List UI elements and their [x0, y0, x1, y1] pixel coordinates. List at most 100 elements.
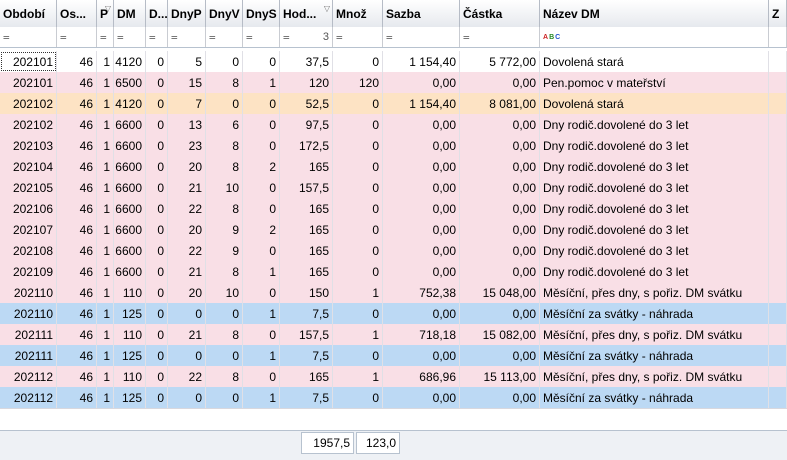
- cell-p[interactable]: 1: [97, 135, 114, 156]
- cell-sazba[interactable]: 0,00: [383, 387, 460, 408]
- column-header-castka[interactable]: Částka: [460, 0, 540, 27]
- column-header-dnyv[interactable]: DnyV: [206, 0, 243, 27]
- cell-sazba[interactable]: 1 154,40: [383, 93, 460, 114]
- cell-mnoz[interactable]: 0: [333, 177, 383, 198]
- cell-nazev[interactable]: Měsíční, přes dny, s pořiz. DM svátku: [540, 282, 769, 303]
- cell-mnoz[interactable]: 0: [333, 135, 383, 156]
- cell-z[interactable]: [769, 51, 787, 72]
- cell-hod[interactable]: 157,5: [280, 177, 333, 198]
- cell-hod[interactable]: 97,5: [280, 114, 333, 135]
- filter-cell-z[interactable]: [769, 27, 787, 47]
- cell-castka[interactable]: 0,00: [460, 240, 540, 261]
- cell-p[interactable]: 1: [97, 114, 114, 135]
- cell-obdobi[interactable]: 202111: [0, 324, 57, 345]
- cell-dnys[interactable]: 0: [243, 240, 280, 261]
- table-row[interactable]: 202105 46 1 6600 0 21 10 0 157,5 0 0,00 0,00 Dny rod…: [0, 177, 787, 199]
- cell-dnyv[interactable]: 10: [206, 282, 243, 303]
- filter-operator[interactable]: =: [463, 31, 470, 44]
- cell-dnys[interactable]: 2: [243, 219, 280, 240]
- cell-hod[interactable]: 165: [280, 261, 333, 282]
- cell-p[interactable]: 1: [97, 72, 114, 93]
- cell-nazev[interactable]: Měsíční za svátky - náhrada: [540, 387, 769, 408]
- filter-cell-hod[interactable]: = 3: [280, 27, 333, 47]
- filter-operator[interactable]: =: [60, 31, 67, 44]
- cell-obdobi[interactable]: 202103: [0, 135, 57, 156]
- cell-sazba[interactable]: 0,00: [383, 198, 460, 219]
- cell-nazev[interactable]: Dny rodič.dovolené do 3 let: [540, 135, 769, 156]
- cell-nazev[interactable]: Dny rodič.dovolené do 3 let: [540, 177, 769, 198]
- cell-dnyv[interactable]: 10: [206, 177, 243, 198]
- column-header-dm[interactable]: DM: [114, 0, 146, 27]
- cell-nazev[interactable]: Měsíční, přes dny, s pořiz. DM svátku: [540, 324, 769, 345]
- cell-dm[interactable]: 6500: [114, 72, 146, 93]
- filter-cell-dm[interactable]: =: [114, 27, 146, 47]
- cell-nazev[interactable]: Měsíční za svátky - náhrada: [540, 345, 769, 366]
- cell-castka[interactable]: 0,00: [460, 135, 540, 156]
- cell-obdobi[interactable]: 202110: [0, 303, 57, 324]
- cell-dnys[interactable]: 0: [243, 366, 280, 387]
- cell-obdobi[interactable]: 202111: [0, 345, 57, 366]
- cell-d[interactable]: 0: [146, 114, 168, 135]
- cell-sazba[interactable]: 0,00: [383, 177, 460, 198]
- table-row[interactable]: 202102 46 1 4120 0 7 0 0 52,5 0 1 154,40 8 081,00 Do…: [0, 93, 787, 115]
- cell-dnyv[interactable]: 8: [206, 135, 243, 156]
- cell-sazba[interactable]: 0,00: [383, 114, 460, 135]
- cell-dnyp[interactable]: 22: [168, 366, 206, 387]
- cell-mnoz[interactable]: 0: [333, 198, 383, 219]
- cell-mnoz[interactable]: 1: [333, 324, 383, 345]
- table-row[interactable]: 202111 46 1 125 0 0 0 1 7,5 0 0,00 0,00 Měsíční za s…: [0, 345, 787, 367]
- cell-z[interactable]: [769, 156, 787, 177]
- cell-obdobi[interactable]: 202102: [0, 93, 57, 114]
- cell-mnoz[interactable]: 0: [333, 387, 383, 408]
- table-row[interactable]: 202103 46 1 6600 0 23 8 0 172,5 0 0,00 0,00 Dny rodi…: [0, 135, 787, 157]
- cell-mnoz[interactable]: 0: [333, 240, 383, 261]
- filter-operator[interactable]: =: [246, 31, 253, 44]
- table-row[interactable]: 202110 46 1 110 0 20 10 0 150 1 752,38 15 048,00 Měs…: [0, 282, 787, 304]
- cell-dm[interactable]: 125: [114, 387, 146, 408]
- cell-os[interactable]: 46: [57, 72, 97, 93]
- cell-p[interactable]: 1: [97, 177, 114, 198]
- cell-d[interactable]: 0: [146, 198, 168, 219]
- cell-hod[interactable]: 52,5: [280, 93, 333, 114]
- cell-z[interactable]: [769, 387, 787, 408]
- cell-castka[interactable]: 0,00: [460, 156, 540, 177]
- cell-dm[interactable]: 110: [114, 324, 146, 345]
- cell-z[interactable]: [769, 93, 787, 114]
- table-row[interactable]: 202102 46 1 6600 0 13 6 0 97,5 0 0,00 0,00 Dny rodič…: [0, 114, 787, 136]
- filter-cell-dnyp[interactable]: =: [168, 27, 206, 47]
- cell-os[interactable]: 46: [57, 135, 97, 156]
- cell-dnyp[interactable]: 20: [168, 282, 206, 303]
- cell-d[interactable]: 0: [146, 261, 168, 282]
- cell-p[interactable]: 1: [97, 387, 114, 408]
- cell-z[interactable]: [769, 135, 787, 156]
- filter-operator[interactable]: =: [100, 31, 107, 44]
- cell-p[interactable]: 1: [97, 303, 114, 324]
- cell-p[interactable]: 1: [97, 282, 114, 303]
- filter-value-hod[interactable]: 3: [323, 31, 329, 43]
- cell-sazba[interactable]: 0,00: [383, 156, 460, 177]
- cell-os[interactable]: 46: [57, 387, 97, 408]
- cell-z[interactable]: [769, 240, 787, 261]
- table-row[interactable]: 202108 46 1 6600 0 22 9 0 165 0 0,00 0,00 Dny rodič.…: [0, 240, 787, 262]
- cell-d[interactable]: 0: [146, 93, 168, 114]
- cell-obdobi[interactable]: 202102: [0, 114, 57, 135]
- cell-dnyp[interactable]: 23: [168, 135, 206, 156]
- filter-cell-mnoz[interactable]: =: [333, 27, 383, 47]
- cell-dnyv[interactable]: 8: [206, 198, 243, 219]
- filter-operator[interactable]: =: [209, 31, 216, 44]
- cell-castka[interactable]: 15 082,00: [460, 324, 540, 345]
- cell-nazev[interactable]: Dovolená stará: [540, 51, 769, 72]
- cell-hod[interactable]: 165: [280, 366, 333, 387]
- filter-operator[interactable]: =: [336, 31, 343, 44]
- cell-nazev[interactable]: Dny rodič.dovolené do 3 let: [540, 219, 769, 240]
- cell-hod[interactable]: 165: [280, 219, 333, 240]
- cell-hod[interactable]: 157,5: [280, 324, 333, 345]
- cell-hod[interactable]: 7,5: [280, 387, 333, 408]
- column-header-dnys[interactable]: DnyS: [243, 0, 280, 27]
- filter-cell-dnyv[interactable]: =: [206, 27, 243, 47]
- cell-z[interactable]: [769, 177, 787, 198]
- cell-dnys[interactable]: 1: [243, 387, 280, 408]
- table-row[interactable]: 202112 46 1 125 0 0 0 1 7,5 0 0,00 0,00 Měsíční za s…: [0, 387, 787, 409]
- cell-obdobi[interactable]: 202107: [0, 219, 57, 240]
- cell-z[interactable]: [769, 366, 787, 387]
